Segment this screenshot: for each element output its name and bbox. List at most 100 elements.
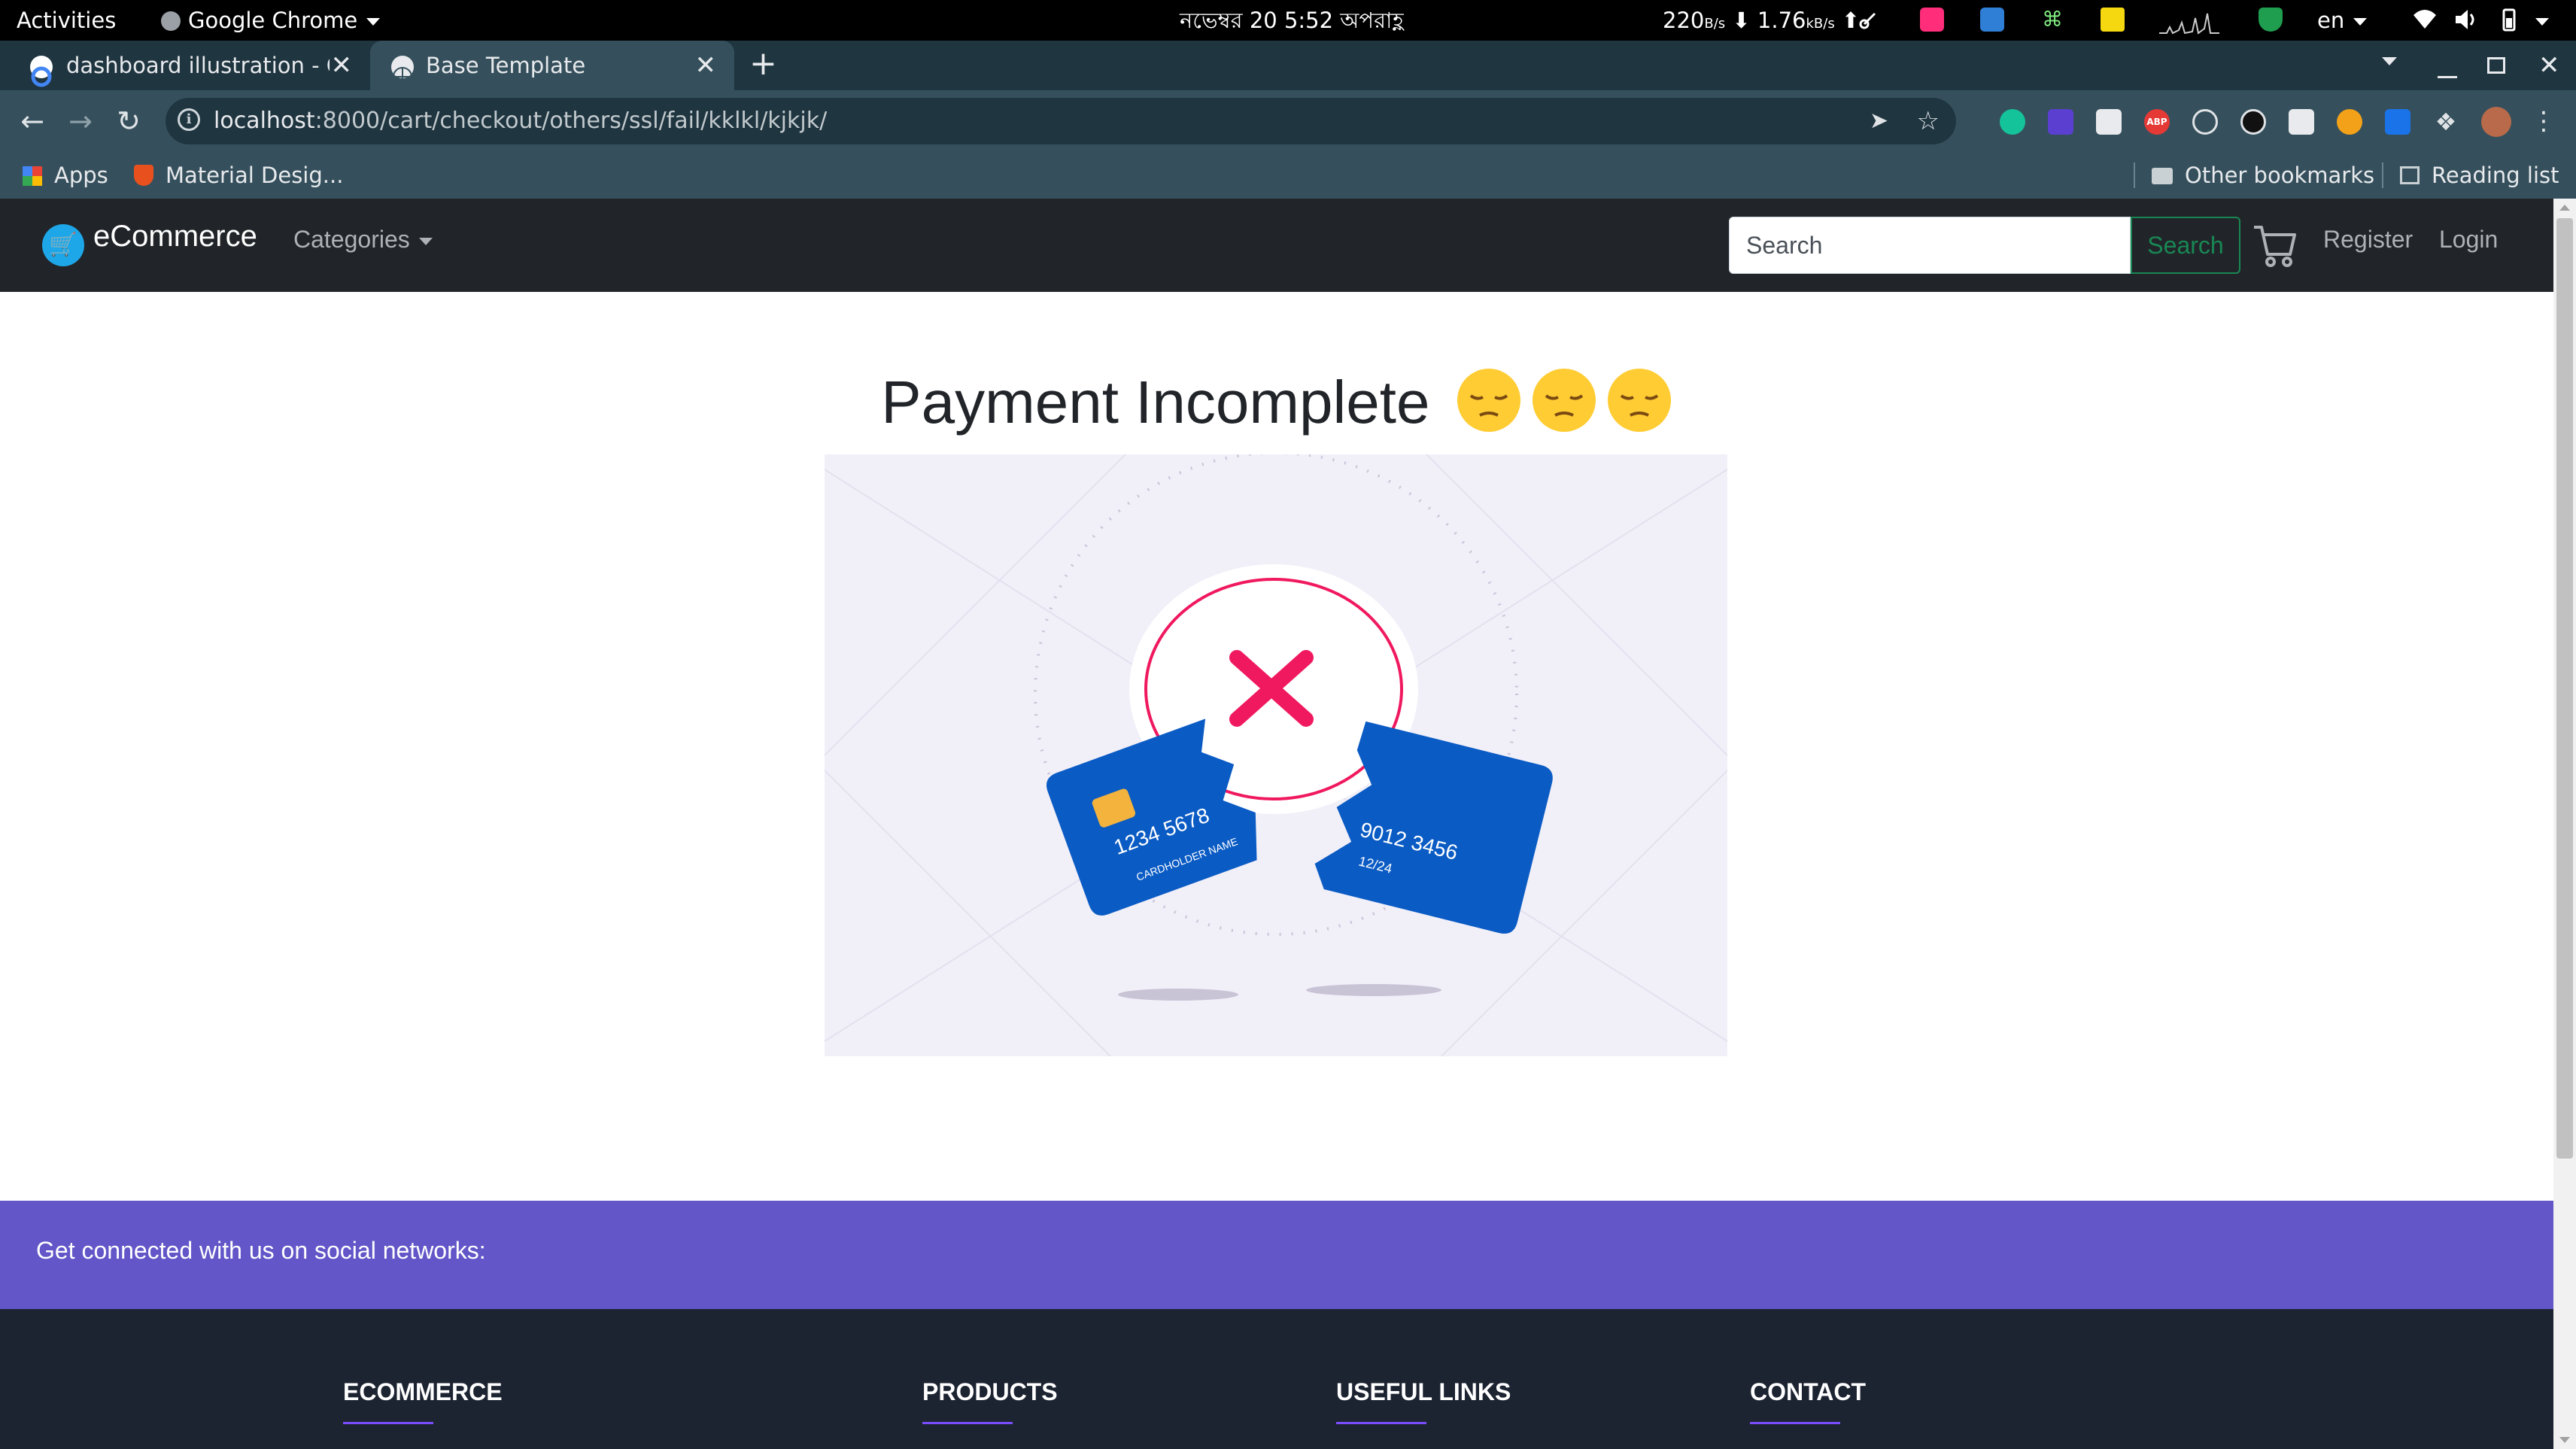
bookmark-label: Material Desig...	[166, 163, 344, 188]
chevron-down-icon	[2353, 18, 2368, 26]
new-tab-button[interactable]: +	[749, 41, 777, 90]
bookmarks-bar: Apps Material Desig... Other bookmarks R…	[0, 152, 2576, 200]
restore-icon[interactable]	[2487, 57, 2505, 74]
footer-heading-underline	[343, 1422, 433, 1424]
net-down-unit: B/s	[1704, 16, 1726, 32]
language-label: en	[2317, 8, 2345, 33]
payment-failed-illustration: 1234 5678 CARDHOLDER NAME 9012 3456 12/2…	[825, 454, 1727, 1056]
categories-dropdown[interactable]: Categories	[293, 226, 433, 254]
tab-dashboard-illustration[interactable]: dashboard illustration - Go ✕	[0, 41, 370, 90]
shopping-cart-logo-icon[interactable]: 🛒	[42, 224, 84, 266]
pensive-face-icon	[1457, 369, 1520, 432]
footer-heading-underline	[1336, 1422, 1426, 1424]
address-bar[interactable]: i localhost:8000/cart/checkout/others/ss…	[166, 98, 1956, 144]
battery-icon[interactable]	[2496, 8, 2520, 32]
close-icon[interactable]: ✕	[331, 41, 353, 90]
browser-toolbar: ← → ↻ i localhost:8000/cart/checkout/oth…	[0, 90, 2576, 152]
shield-icon[interactable]	[2259, 8, 2283, 32]
page-scrollbar[interactable]	[2553, 199, 2576, 1449]
link-icon[interactable]	[1858, 8, 1882, 32]
arrow-up-icon: ⬆	[1841, 8, 1861, 33]
scroll-down-arrow-icon[interactable]	[2559, 1437, 2570, 1443]
forward-arrow-icon[interactable]: →	[60, 101, 101, 141]
net-down-value: 220	[1663, 8, 1705, 33]
sync-tray-icon[interactable]: ⌘	[2040, 8, 2064, 32]
footer-heading-ecommerce: ECOMMERCE	[343, 1378, 503, 1405]
page-title-text: Payment Incomplete	[881, 369, 1430, 436]
brave-shield-icon	[134, 165, 153, 186]
chrome-icon	[161, 11, 181, 31]
footer-heading-contact: CONTACT	[1750, 1378, 1867, 1405]
apps-grid-icon	[23, 166, 42, 186]
url-host: localhost	[214, 108, 315, 134]
system-monitor-graph-icon[interactable]	[2159, 8, 2219, 35]
dark-reader-icon[interactable]	[2240, 109, 2266, 135]
app-tray-icon[interactable]	[1920, 8, 1944, 32]
app-menu-label: Google Chrome	[188, 8, 358, 33]
bookmark-label: Apps	[54, 163, 108, 188]
volume-icon[interactable]	[2454, 8, 2478, 32]
search-input[interactable]	[1729, 217, 2131, 274]
social-networks-band: Get connected with us on social networks…	[0, 1201, 2553, 1309]
search-button[interactable]: Search	[2131, 217, 2240, 274]
honey-extension-icon[interactable]	[2337, 109, 2362, 135]
wifi-icon[interactable]	[2412, 8, 2436, 32]
bookmark-material-design[interactable]: Material Desig...	[134, 152, 343, 199]
reading-list-button[interactable]: Reading list	[2400, 152, 2559, 199]
scrollbar-thumb[interactable]	[2556, 218, 2573, 1159]
clock[interactable]: নভেম্বর 20 5:52 অপরাহ্ণ	[1180, 0, 1404, 41]
bookmark-other-bookmarks[interactable]: Other bookmarks	[2152, 152, 2374, 199]
pensive-face-icon	[1607, 369, 1671, 432]
url-text: localhost:8000/cart/checkout/others/ssl/…	[214, 98, 827, 144]
page-title: Payment Incomplete	[0, 367, 2553, 437]
info-icon[interactable]: i	[178, 108, 200, 131]
google-translate-icon[interactable]	[2385, 109, 2410, 135]
reload-icon[interactable]: ↻	[108, 101, 149, 141]
folder-icon	[2152, 168, 2173, 184]
close-icon[interactable]: ✕	[695, 41, 717, 90]
scroll-up-arrow-icon[interactable]	[2559, 205, 2570, 211]
arrow-down-icon: ⬇	[1732, 8, 1751, 33]
footer-heading-underline	[1750, 1422, 1840, 1424]
adblock-icon[interactable]: ABP	[2144, 109, 2170, 135]
more-menu-icon[interactable]: ⋮	[2523, 101, 2564, 141]
window-extension-icon[interactable]	[2289, 109, 2314, 135]
notes-icon[interactable]	[2101, 8, 2125, 32]
send-tab-icon[interactable]: ➤	[1870, 98, 1888, 144]
net-up-unit: kB/s	[1806, 16, 1835, 32]
window-close-icon[interactable]: ✕	[2538, 41, 2560, 90]
globe-icon	[391, 56, 414, 87]
brand-name[interactable]: eCommerce	[93, 220, 257, 254]
bookmark-apps[interactable]: Apps	[23, 152, 108, 199]
activities-button[interactable]: Activities	[17, 0, 116, 41]
language-menu[interactable]: en	[2317, 0, 2368, 41]
grammarly-icon[interactable]	[2000, 109, 2025, 135]
tab-search-chevron-down-icon[interactable]	[2382, 57, 2397, 65]
footer-heading-underline	[922, 1422, 1013, 1424]
system-menu-button[interactable]	[2535, 0, 2549, 41]
extension-badge-icon[interactable]	[2048, 109, 2073, 135]
bookmark-star-icon[interactable]: ☆	[1917, 98, 1940, 144]
site-footer: ECOMMERCE PRODUCTS USEFUL LINKS CONTACT	[0, 1309, 2553, 1449]
teamviewer-icon[interactable]	[1980, 8, 2004, 32]
footer-heading-useful-links: USEFUL LINKS	[1336, 1378, 1511, 1405]
login-link[interactable]: Login	[2439, 226, 2498, 254]
extensions-puzzle-icon[interactable]: ❖	[2433, 109, 2459, 135]
tab-base-template[interactable]: Base Template ✕	[370, 41, 734, 90]
bookmark-label: Other bookmarks	[2185, 163, 2375, 188]
incognito-extension-icon[interactable]	[2096, 109, 2122, 135]
minimize-icon[interactable]	[2438, 57, 2457, 78]
bookmarks-divider	[2382, 163, 2383, 188]
app-menu[interactable]: Google Chrome	[161, 0, 381, 41]
site-navbar: 🛒 eCommerce Categories Search Register L…	[0, 199, 2553, 292]
profile-avatar[interactable]	[2481, 107, 2511, 137]
tab-title: dashboard illustration - Go	[66, 53, 330, 78]
back-arrow-icon[interactable]: ←	[12, 101, 53, 141]
categories-label: Categories	[293, 226, 410, 253]
reading-list-icon	[2400, 166, 2420, 184]
net-up-value: 1.76	[1757, 8, 1806, 33]
register-link[interactable]: Register	[2323, 226, 2413, 254]
cart-icon[interactable]	[2252, 221, 2298, 268]
react-devtools-icon[interactable]	[2192, 109, 2218, 135]
chevron-down-icon	[2535, 18, 2549, 26]
